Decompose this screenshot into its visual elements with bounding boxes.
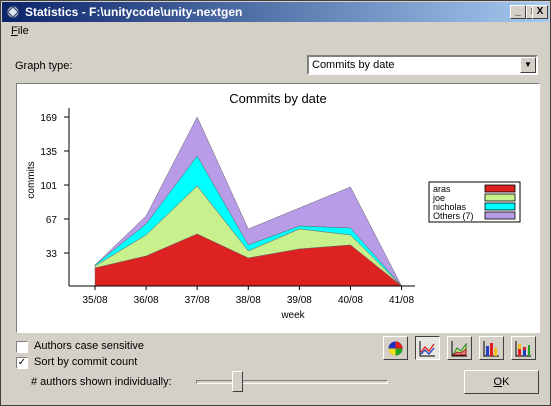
sort-by-count-label: Sort by commit count <box>34 356 138 368</box>
legend-swatch-1 <box>484 193 516 202</box>
chart-panel: Commits by date 33 67 101 135 169 35/08 36/08 37… <box>16 83 540 333</box>
bar-chart-button[interactable] <box>479 336 504 360</box>
app-icon <box>6 5 20 19</box>
y-tick-label-3: 135 <box>40 147 57 158</box>
y-tick-label-1: 67 <box>46 215 58 226</box>
legend-swatch-0 <box>484 184 516 193</box>
x-tick-label-6: 41/08 <box>389 295 414 306</box>
y-tick-label-4: 169 <box>40 113 57 124</box>
graph-type-select[interactable]: Commits by date ▼ <box>307 55 538 75</box>
ok-rest: K <box>502 376 510 388</box>
commits-chart: Commits by date 33 67 101 135 169 35/08 36/08 37… <box>26 91 521 321</box>
x-axis-label: week <box>280 310 305 321</box>
legend-swatch-2 <box>484 202 516 211</box>
pie-chart-icon <box>388 341 403 356</box>
legend-swatch-3 <box>484 211 516 220</box>
graph-type-value: Commits by date <box>312 59 395 71</box>
x-tick-label-5: 40/08 <box>338 295 363 306</box>
menu-file-rest: ile <box>17 25 29 37</box>
authors-slider-thumb[interactable] <box>232 371 244 392</box>
menu-bar: File <box>2 23 549 41</box>
minimize-button[interactable]: _ <box>510 5 526 19</box>
line-chart-button[interactable] <box>415 336 440 360</box>
y-tick-label-0: 33 <box>46 249 58 260</box>
menu-file[interactable]: File <box>11 25 29 37</box>
sort-by-count-checkbox[interactable]: ✓ <box>16 357 28 369</box>
chevron-down-icon[interactable]: ▼ <box>520 57 536 73</box>
area-chart-button[interactable] <box>447 336 472 360</box>
authors-slider-track[interactable] <box>196 380 388 384</box>
y-tick-label-2: 101 <box>40 181 57 192</box>
window-title: Statistics - F:\unitycode\unity-nextgen <box>25 5 243 19</box>
case-sensitive-checkbox[interactable] <box>16 341 28 353</box>
x-tick-label-4: 39/08 <box>287 295 312 306</box>
legend-label-3: Others (7) <box>433 211 474 221</box>
area-chart-icon <box>451 341 467 357</box>
menu-file-mnemonic: F <box>11 25 18 37</box>
title-bar[interactable]: Statistics - F:\unitycode\unity-nextgen … <box>2 2 549 22</box>
stacked-bar-chart-button[interactable] <box>511 336 536 360</box>
y-axis-label: commits <box>26 161 37 198</box>
stacked-bar-chart-icon <box>515 341 531 357</box>
graph-type-label: Graph type: <box>15 60 73 72</box>
ok-mnemonic: O <box>493 376 503 388</box>
x-tick-label-0: 35/08 <box>82 295 107 306</box>
bar-chart-icon <box>483 341 499 357</box>
statistics-window: Statistics - F:\unitycode\unity-nextgen … <box>0 0 551 406</box>
pie-chart-button[interactable] <box>383 336 408 360</box>
authors-shown-label: # authors shown individually: <box>31 376 172 388</box>
chart-title: Commits by date <box>229 91 327 106</box>
case-sensitive-label: Authors case sensitive <box>34 340 145 352</box>
ok-button[interactable]: OK <box>464 370 539 394</box>
x-tick-label-3: 38/08 <box>236 295 261 306</box>
line-chart-icon <box>419 341 435 357</box>
x-tick-label-1: 36/08 <box>134 295 159 306</box>
close-button[interactable]: X <box>532 5 548 19</box>
x-tick-label-2: 37/08 <box>185 295 210 306</box>
